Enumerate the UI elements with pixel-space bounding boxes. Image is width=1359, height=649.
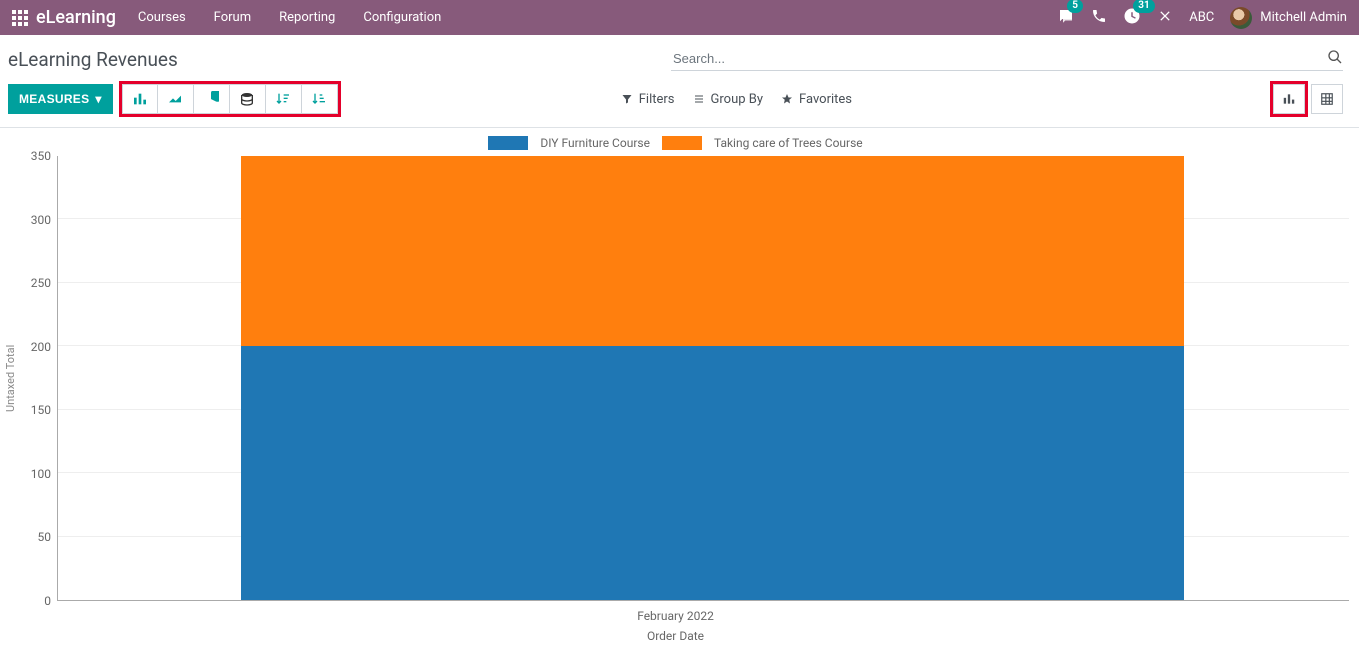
graph-view-button[interactable] [1273, 84, 1305, 114]
menu-reporting[interactable]: Reporting [279, 10, 335, 25]
activity-icon[interactable]: 31 [1123, 7, 1141, 29]
bar-segment-series-0 [241, 346, 1183, 600]
search-icon[interactable] [1327, 49, 1343, 69]
bar-chart-button[interactable] [122, 84, 158, 114]
ytick: 100 [31, 467, 51, 481]
line-chart-button[interactable] [158, 84, 194, 114]
sort-desc-button[interactable] [266, 84, 302, 114]
measures-label: MEASURES [19, 92, 89, 106]
avatar [1230, 7, 1252, 29]
pivot-view-button[interactable] [1311, 84, 1343, 114]
favorites-label: Favorites [799, 92, 852, 107]
legend-swatch-series-0 [488, 136, 528, 150]
debug-icon[interactable] [1157, 8, 1173, 28]
stacked-button[interactable] [230, 84, 266, 114]
apps-icon[interactable] [12, 10, 28, 26]
x-axis-label: Order Date [2, 629, 1349, 643]
y-axis-ticks: 0 50 100 150 200 250 300 350 [19, 156, 57, 601]
control-panel: eLearning Revenues MEASURES ▾ [0, 35, 1359, 128]
bar-category-0[interactable] [241, 156, 1183, 600]
plot [57, 156, 1349, 601]
menu-configuration[interactable]: Configuration [363, 10, 441, 25]
chart-area: DIY Furniture Course Taking care of Tree… [0, 128, 1359, 649]
legend-label-series-0[interactable]: DIY Furniture Course [540, 136, 650, 150]
main-menu: Courses Forum Reporting Configuration [138, 10, 441, 25]
messages-badge: 5 [1067, 0, 1083, 13]
groupby-label: Group By [711, 92, 764, 107]
x-tick-0: February 2022 [2, 609, 1349, 623]
sort-asc-button[interactable] [302, 84, 338, 114]
ytick: 300 [31, 213, 51, 227]
menu-forum[interactable]: Forum [214, 10, 251, 25]
search-bar [671, 47, 1343, 71]
groupby-button[interactable]: Group By [693, 92, 764, 107]
search-toolbar: Filters Group By Favorites [621, 92, 852, 107]
filters-label: Filters [639, 92, 675, 107]
ytick: 200 [31, 340, 51, 354]
filters-button[interactable]: Filters [621, 92, 675, 107]
caret-down-icon: ▾ [95, 92, 101, 106]
legend-swatch-series-1 [662, 136, 702, 150]
ytick: 50 [38, 530, 52, 544]
page-title: eLearning Revenues [8, 48, 178, 71]
nav-right: 5 31 ABC Mitchell Admin [1057, 7, 1347, 29]
view-switcher [1273, 84, 1343, 114]
search-input[interactable] [671, 47, 1327, 70]
ytick: 150 [31, 403, 51, 417]
chart-options-group [119, 81, 341, 117]
ytick: 0 [44, 594, 51, 608]
user-menu[interactable]: Mitchell Admin [1230, 7, 1347, 29]
measures-button[interactable]: MEASURES ▾ [8, 84, 113, 114]
app-brand[interactable]: eLearning [36, 7, 116, 28]
ytick: 250 [31, 276, 51, 290]
legend-label-series-1[interactable]: Taking care of Trees Course [714, 136, 863, 150]
chart-legend: DIY Furniture Course Taking care of Tree… [2, 136, 1349, 150]
y-axis-label: Untaxed Total [2, 156, 19, 601]
phone-icon[interactable] [1091, 8, 1107, 28]
messages-icon[interactable]: 5 [1057, 7, 1075, 29]
favorites-button[interactable]: Favorites [781, 92, 852, 107]
navbar: eLearning Courses Forum Reporting Config… [0, 0, 1359, 35]
pie-chart-button[interactable] [194, 84, 230, 114]
user-name: Mitchell Admin [1260, 10, 1347, 25]
activity-badge: 31 [1133, 0, 1154, 13]
company-switcher[interactable]: ABC [1189, 10, 1214, 25]
bar-segment-series-1 [241, 156, 1183, 346]
ytick: 350 [31, 149, 51, 163]
menu-courses[interactable]: Courses [138, 10, 186, 25]
